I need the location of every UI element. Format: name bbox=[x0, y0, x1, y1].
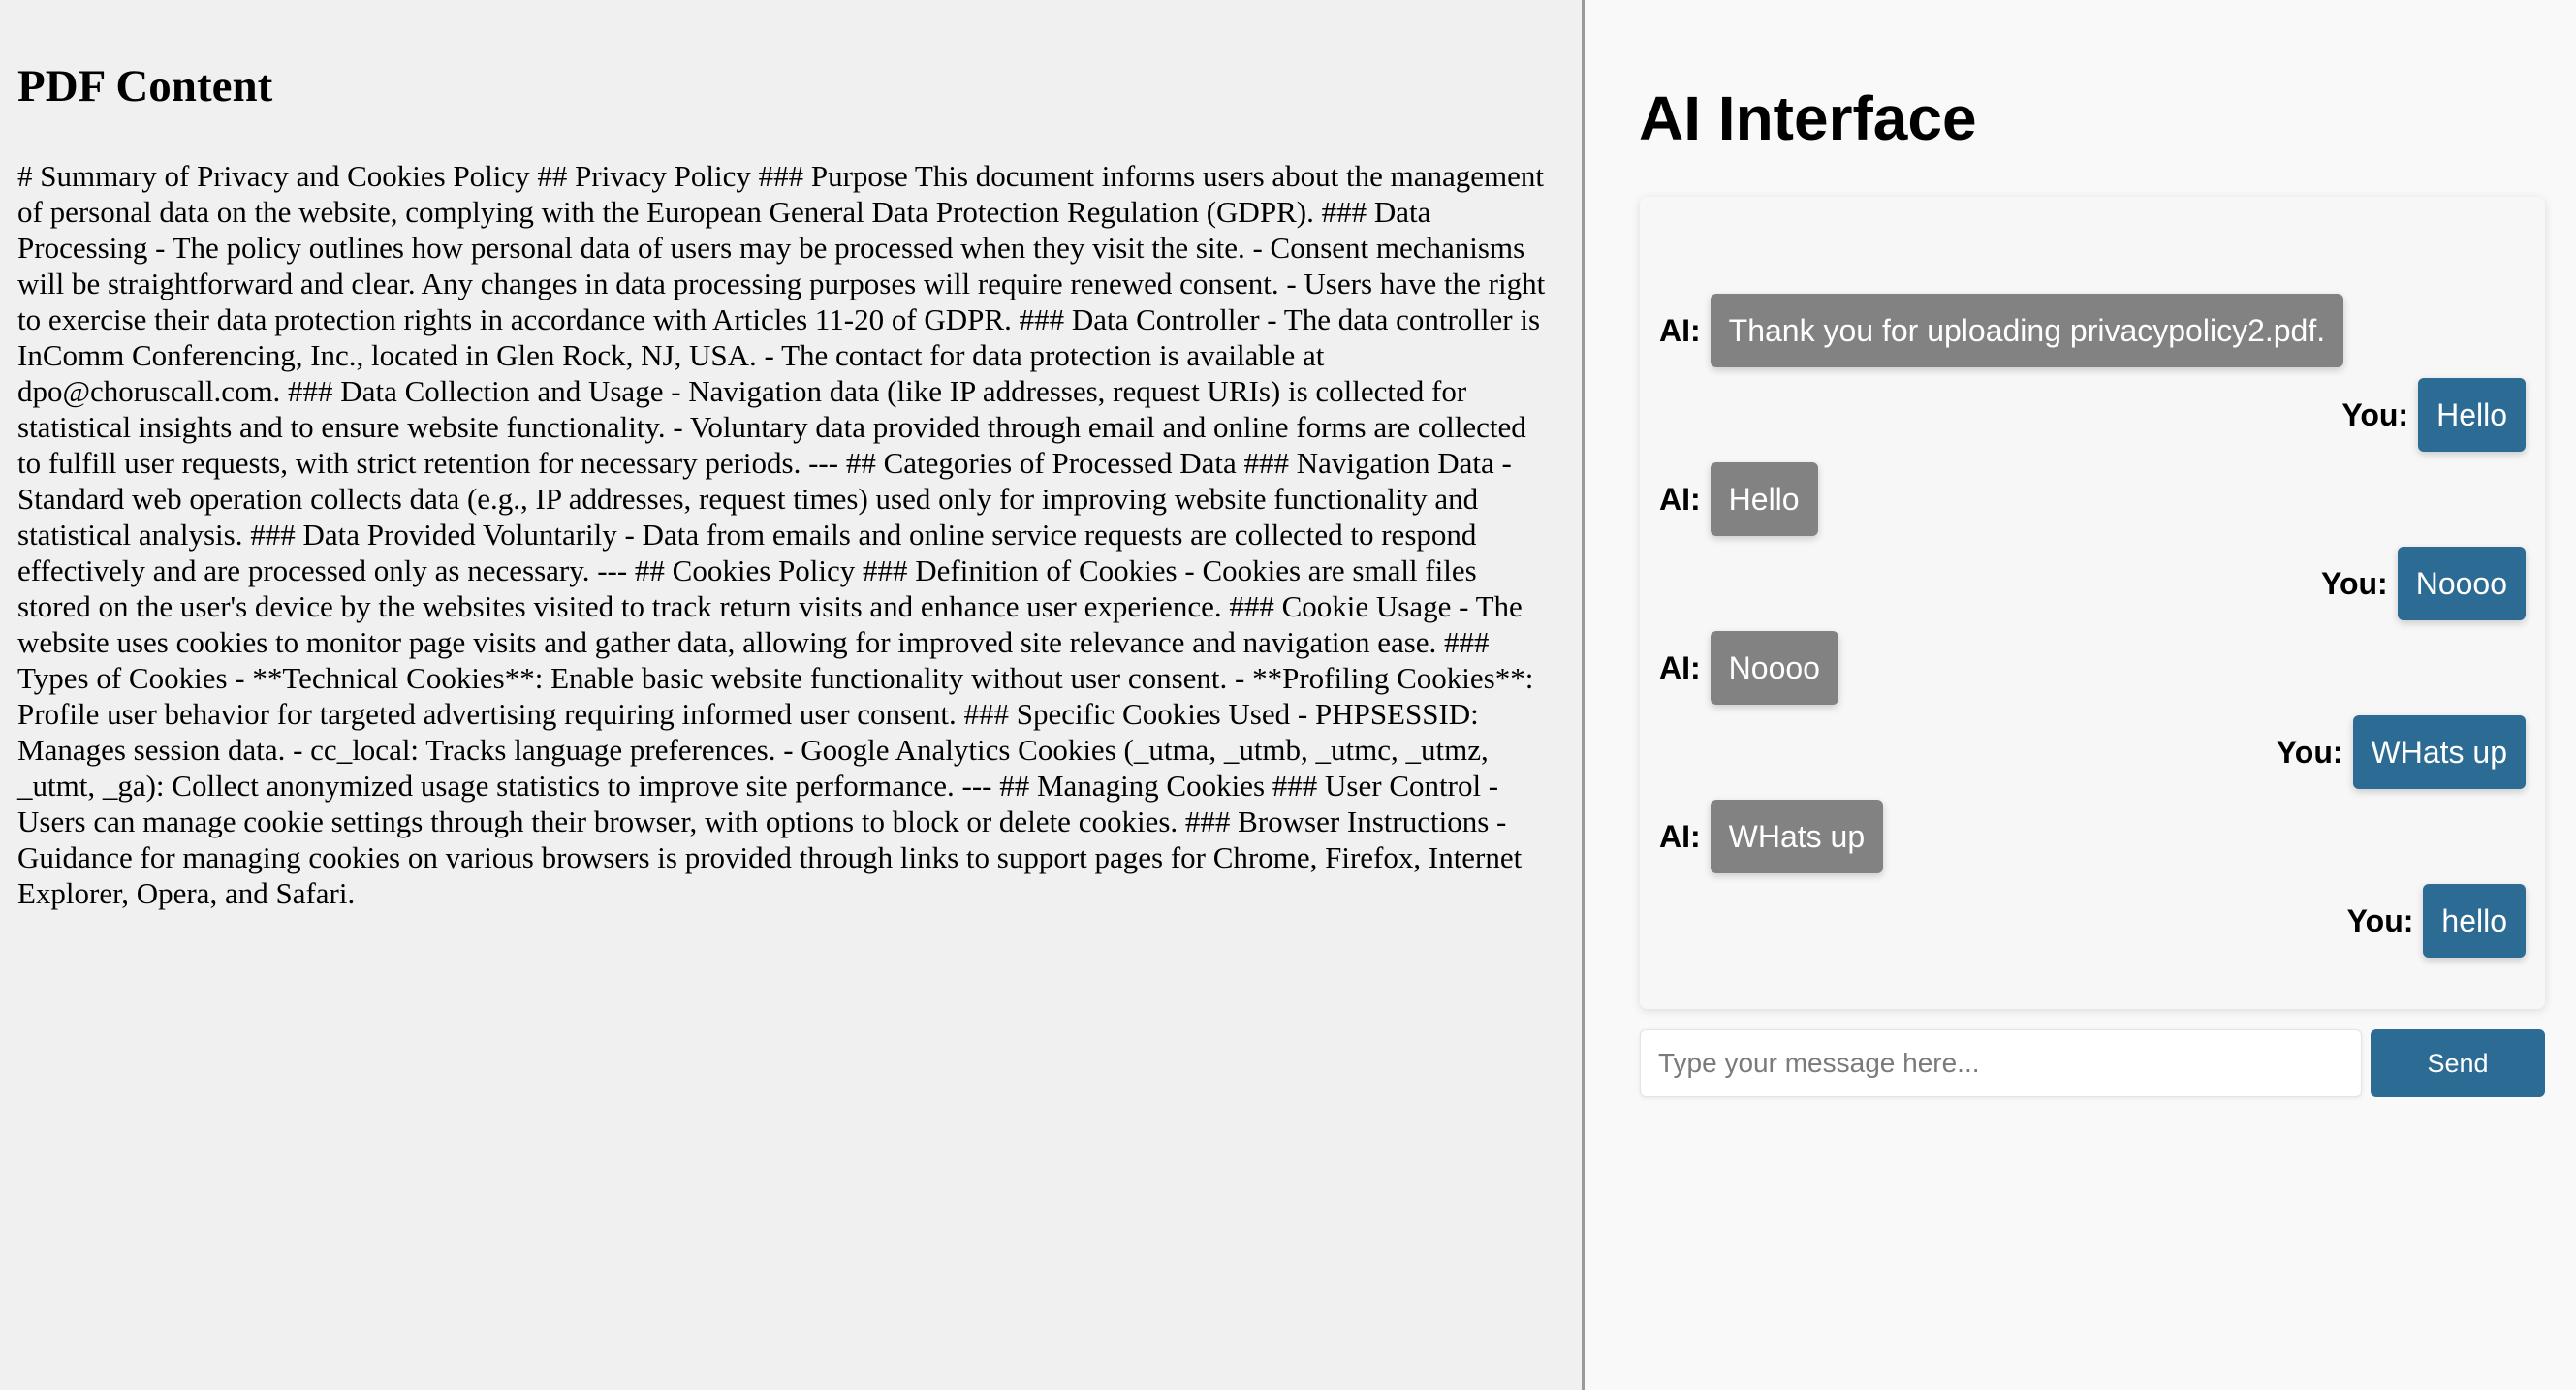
chat-message-user: You: Hello bbox=[1659, 378, 2545, 452]
chat-message-user: You: WHats up bbox=[1659, 715, 2545, 789]
message-bubble: Noooo bbox=[2397, 547, 2526, 620]
chat-message-user: You: hello bbox=[1659, 884, 2545, 958]
message-sender-label: You: bbox=[2320, 565, 2388, 601]
message-sender-label: AI: bbox=[1659, 312, 1701, 348]
send-button[interactable]: Send bbox=[2371, 1029, 2545, 1097]
ai-interface-panel: AI Interface AI: Thank you for uploading… bbox=[1585, 0, 2576, 1390]
chat-message-ai: AI: WHats up bbox=[1659, 800, 2526, 873]
chat-message-ai: AI: Hello bbox=[1659, 462, 2526, 536]
message-input[interactable] bbox=[1640, 1029, 2362, 1097]
message-bubble: Hello bbox=[1710, 462, 1818, 536]
message-sender-label: AI: bbox=[1659, 481, 1701, 517]
message-bubble: WHats up bbox=[1710, 800, 1884, 873]
pdf-content-title: PDF Content bbox=[17, 61, 273, 111]
ai-interface-title: AI Interface bbox=[1639, 83, 1977, 153]
message-sender-label: AI: bbox=[1659, 818, 1701, 854]
chat-message-user: You: Noooo bbox=[1659, 547, 2545, 620]
message-bubble: WHats up bbox=[2352, 715, 2526, 789]
message-sender-label: You: bbox=[2346, 902, 2414, 938]
message-sender-label: You: bbox=[2341, 396, 2409, 432]
pdf-content-panel: PDF Content # Summary of Privacy and Coo… bbox=[0, 0, 1582, 1390]
message-sender-label: You: bbox=[2276, 734, 2343, 770]
message-bubble: Thank you for uploading privacypolicy2.p… bbox=[1710, 294, 2344, 367]
message-bubble: Hello bbox=[2418, 378, 2526, 452]
chat-history[interactable]: AI: Thank you for uploading privacypolic… bbox=[1640, 197, 2545, 1009]
chat-message-ai: AI: Thank you for uploading privacypolic… bbox=[1659, 294, 2526, 367]
message-composer: Send bbox=[1640, 1029, 2545, 1097]
message-sender-label: AI: bbox=[1659, 649, 1701, 685]
pdf-content-text: # Summary of Privacy and Cookies Policy … bbox=[17, 159, 1546, 910]
message-bubble: hello bbox=[2423, 884, 2526, 958]
message-bubble: Noooo bbox=[1710, 631, 1838, 705]
chat-message-ai: AI: Noooo bbox=[1659, 631, 2526, 705]
